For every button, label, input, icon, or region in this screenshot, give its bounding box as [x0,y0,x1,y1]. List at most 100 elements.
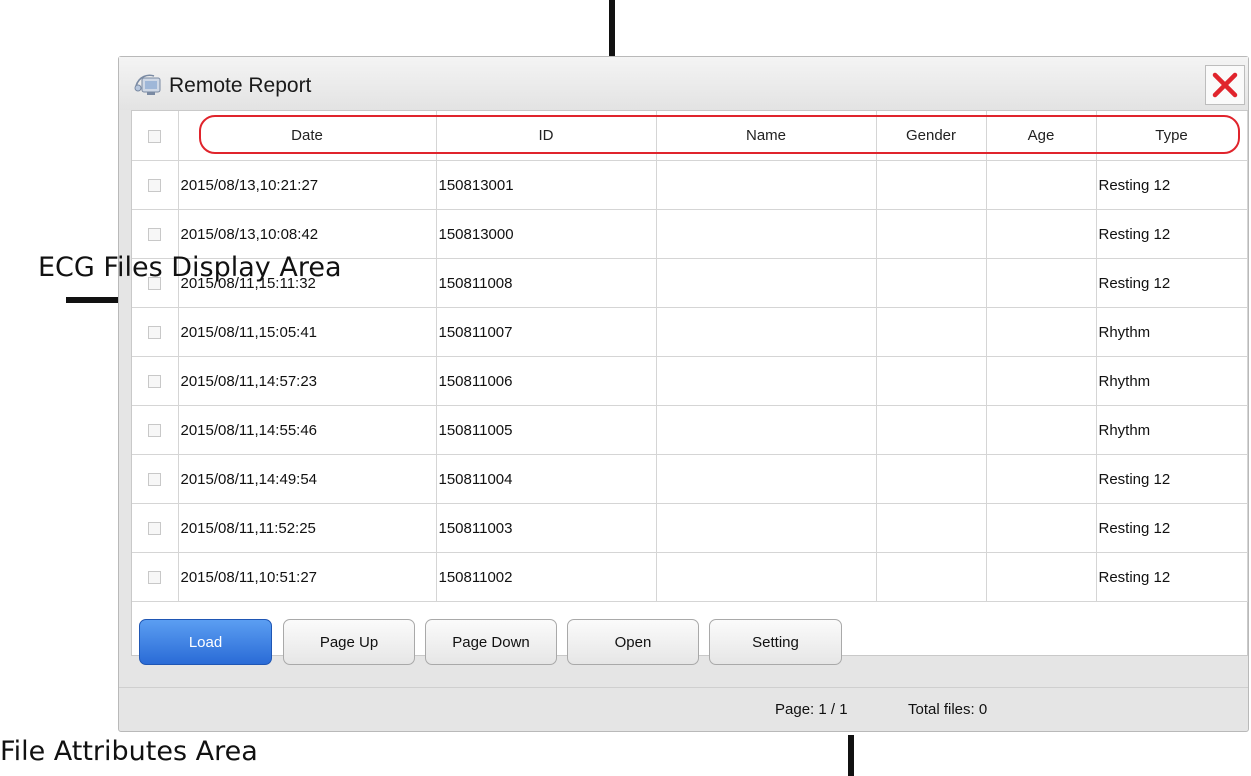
ecg-files-display-area-label: ECG Files Display Area [38,252,342,283]
cell-gender [876,160,987,210]
cell-name [656,356,877,406]
select-all-checkbox[interactable] [148,129,162,143]
row-checkbox[interactable] [148,179,162,193]
row-checkbox-cell[interactable] [132,307,179,357]
cell-date: 2015/08/13,10:21:27 [178,160,437,210]
cell-type: Resting 12 [1096,209,1248,259]
row-checkbox-cell[interactable] [132,405,179,455]
close-icon [1212,72,1238,98]
cell-type: Rhythm [1096,356,1248,406]
button-bar: Load Page Up Page Down Open Setting [131,619,1248,684]
row-checkbox[interactable] [148,326,162,340]
cell-name [656,307,877,357]
page-up-button[interactable]: Page Up [283,619,415,665]
row-checkbox-cell[interactable] [132,454,179,504]
cell-type: Resting 12 [1096,552,1248,602]
cell-age [986,503,1097,553]
row-checkbox[interactable] [148,571,162,585]
total-files-count: Total files: 0 [908,701,988,718]
cell-gender [876,405,987,455]
cell-id: 150813000 [436,209,657,259]
open-button[interactable]: Open [567,619,699,665]
cell-id: 150813001 [436,160,657,210]
page-down-button[interactable]: Page Down [425,619,557,665]
row-checkbox-cell[interactable] [132,160,179,210]
cell-age [986,552,1097,602]
table-row[interactable]: 2015/08/11,15:05:41 150811007 Rhythm [132,307,1248,357]
cell-gender [876,454,987,504]
cell-id: 150811003 [436,503,657,553]
column-header-id[interactable]: ID [436,111,657,161]
row-checkbox-cell[interactable] [132,503,179,553]
table-row[interactable]: 2015/08/11,11:52:25 150811003 Resting 12 [132,503,1248,553]
row-checkbox[interactable] [148,522,162,536]
table-row[interactable]: 2015/08/11,14:49:54 150811004 Resting 12 [132,454,1248,504]
table-row[interactable]: 2015/08/11,10:51:27 150811002 Resting 12 [132,552,1248,602]
row-checkbox[interactable] [148,228,162,242]
window-title: Remote Report [169,74,312,97]
cell-date: 2015/08/11,14:57:23 [178,356,437,406]
page-indicator: Page: 1 / 1 [775,701,848,718]
cell-age [986,405,1097,455]
row-checkbox[interactable] [148,424,162,438]
cell-gender [876,552,987,602]
cell-type: Resting 12 [1096,454,1248,504]
cell-age [986,258,1097,308]
file-attributes-area-label: File Attributes Area [0,736,258,767]
ecg-files-table: Date ID Name Gender Age Type 2015/08/13,… [131,110,1248,656]
cell-gender [876,356,987,406]
cell-age [986,160,1097,210]
remote-report-window: Remote Report Date ID Name Gender Age Ty… [118,56,1249,732]
cell-gender [876,503,987,553]
row-checkbox-cell[interactable] [132,552,179,602]
table-header-row: Date ID Name Gender Age Type [132,111,1248,161]
cell-type: Rhythm [1096,307,1248,357]
table-row[interactable]: 2015/08/11,14:57:23 150811006 Rhythm [132,356,1248,406]
cell-type: Resting 12 [1096,503,1248,553]
cell-type: Resting 12 [1096,258,1248,308]
cell-gender [876,258,987,308]
column-header-name[interactable]: Name [656,111,877,161]
cell-date: 2015/08/11,10:51:27 [178,552,437,602]
cell-id: 150811006 [436,356,657,406]
load-button[interactable]: Load [139,619,272,665]
cell-name [656,160,877,210]
cell-date: 2015/08/11,11:52:25 [178,503,437,553]
cell-age [986,209,1097,259]
table-row[interactable]: 2015/08/11,14:55:46 150811005 Rhythm [132,405,1248,455]
cell-age [986,307,1097,357]
cell-age [986,454,1097,504]
remote-report-icon [134,72,164,98]
cell-date: 2015/08/11,14:55:46 [178,405,437,455]
callout-line-bottom [848,735,854,776]
cell-date: 2015/08/11,14:49:54 [178,454,437,504]
cell-gender [876,307,987,357]
cell-name [656,258,877,308]
cell-id: 150811004 [436,454,657,504]
cell-id: 150811007 [436,307,657,357]
cell-name [656,552,877,602]
title-bar: Remote Report [119,57,1248,110]
cell-name [656,503,877,553]
cell-type: Rhythm [1096,405,1248,455]
column-header-gender[interactable]: Gender [876,111,987,161]
column-header-type[interactable]: Type [1096,111,1248,161]
column-header-date[interactable]: Date [178,111,437,161]
cell-age [986,356,1097,406]
row-checkbox-cell[interactable] [132,356,179,406]
column-header-age[interactable]: Age [986,111,1097,161]
setting-button[interactable]: Setting [709,619,842,665]
cell-id: 150811008 [436,258,657,308]
row-checkbox[interactable] [148,473,162,487]
cell-name [656,454,877,504]
cell-name [656,209,877,259]
cell-name [656,405,877,455]
row-checkbox[interactable] [148,375,162,389]
select-all-checkbox-cell[interactable] [132,111,179,161]
cell-gender [876,209,987,259]
cell-id: 150811002 [436,552,657,602]
close-button[interactable] [1205,65,1245,105]
table-row[interactable]: 2015/08/13,10:21:27 150813001 Resting 12 [132,160,1248,210]
status-bar: Page: 1 / 1 Total files: 0 [119,687,1248,732]
cell-id: 150811005 [436,405,657,455]
